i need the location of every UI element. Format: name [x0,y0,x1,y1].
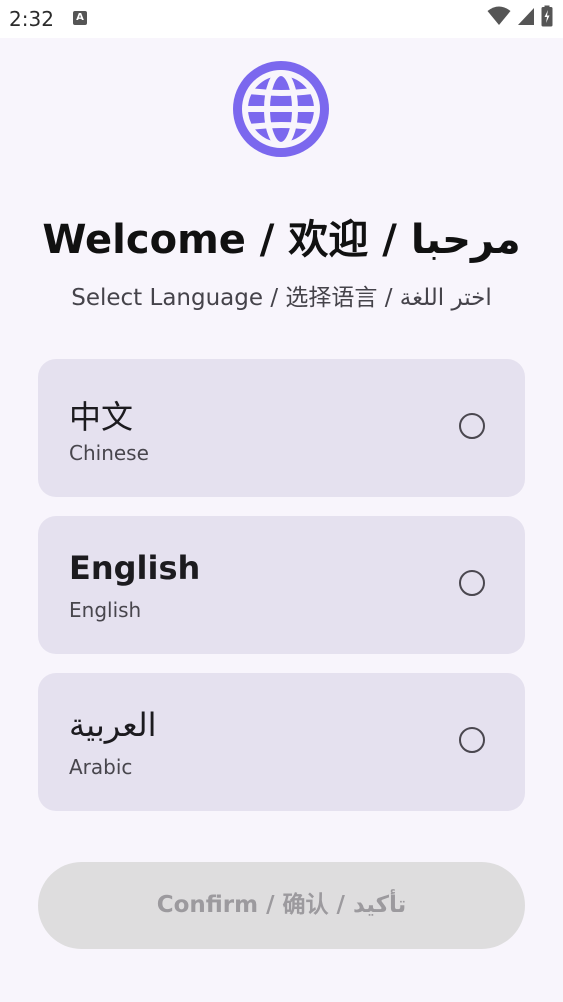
language-option-english[interactable]: English English [38,516,525,654]
status-time: 2:32 [9,7,54,31]
language-english-name: Arabic [69,755,133,779]
status-icons [487,5,553,31]
page-subtitle: Select Language / 选择语言 / اختر اللغة [71,285,492,311]
language-option-chinese[interactable]: 中文 Chinese [38,359,525,497]
page-title: Welcome / 欢迎 / مرحبا [42,217,521,263]
radio-button[interactable] [459,413,485,439]
globe-icon [233,61,329,157]
language-native-name: العربية [69,706,157,744]
battery-charging-icon [541,5,553,31]
radio-button[interactable] [459,727,485,753]
radio-button[interactable] [459,570,485,596]
language-native-name: English [69,549,201,587]
language-english-name: English [69,598,142,622]
cellular-signal-icon [517,6,535,30]
language-option-arabic[interactable]: العربية Arabic [38,673,525,811]
text-notification-icon: A [73,11,87,25]
confirm-button[interactable]: Confirm / 确认 / تأكيد [38,862,525,949]
language-native-name: 中文 [69,398,134,436]
status-bar: 2:32 A [0,0,563,38]
language-english-name: Chinese [69,441,149,465]
wifi-icon [487,6,511,30]
